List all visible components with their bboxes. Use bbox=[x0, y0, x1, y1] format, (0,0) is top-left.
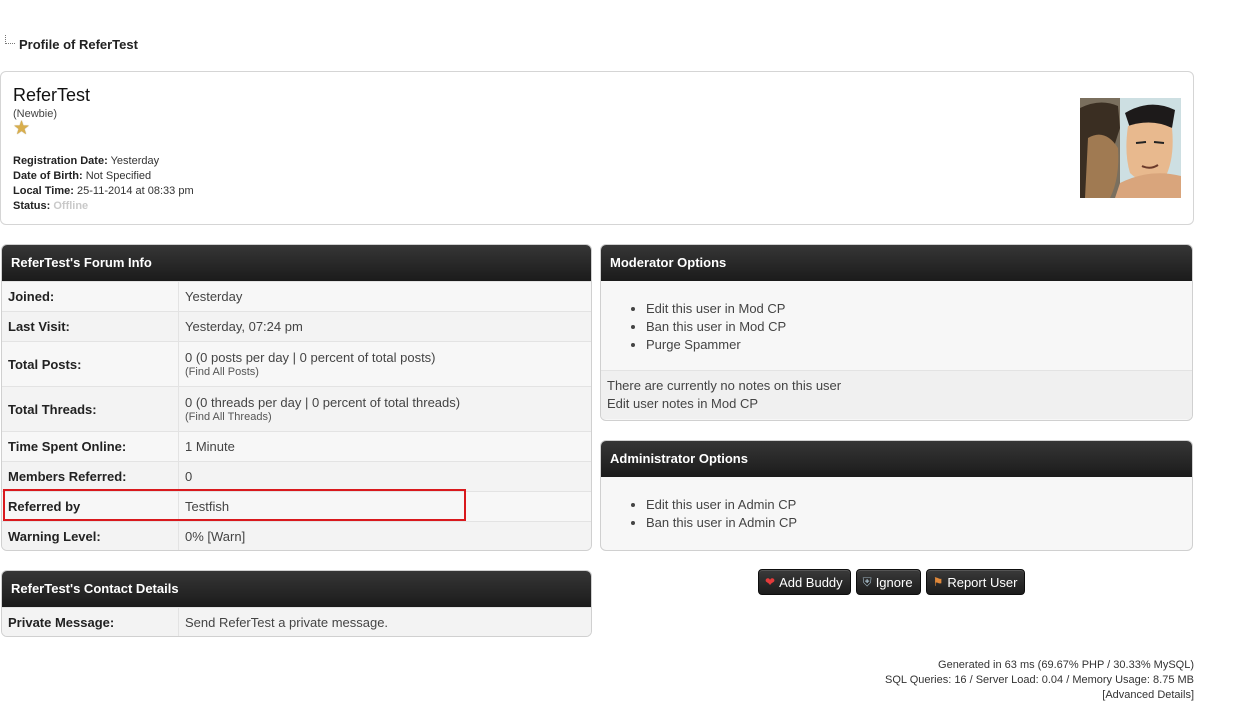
edit-user-modcp-link[interactable]: Edit this user in Mod CP bbox=[646, 300, 1192, 318]
dob-label: Date of Birth: bbox=[13, 170, 83, 182]
server-stats: SQL Queries: 16 / Server Load: 0.04 / Me… bbox=[885, 674, 1194, 686]
warning-level-value[interactable]: 0% [Warn] bbox=[185, 529, 591, 544]
table-row: Warning Level: 0% [Warn] bbox=[2, 521, 591, 550]
profile-details: Registration Date: Yesterday Date of Bir… bbox=[13, 154, 194, 214]
registration-value: Yesterday bbox=[110, 155, 160, 167]
profile-actions: ❤ Add Buddy ⛨ Ignore ⚑ Report User bbox=[758, 569, 1026, 595]
table-row: Total Threads: 0 (0 threads per day | 0 … bbox=[2, 386, 591, 431]
page-title: Profile of ReferTest bbox=[19, 37, 138, 52]
ban-user-admincp-link[interactable]: Ban this user in Admin CP bbox=[646, 514, 1192, 532]
registration-label: Registration Date: bbox=[13, 155, 108, 167]
localtime-label: Local Time: bbox=[13, 185, 74, 197]
members-referred-label: Members Referred: bbox=[2, 462, 179, 491]
flag-icon: ⚑ bbox=[932, 575, 944, 589]
last-visit-label: Last Visit: bbox=[2, 312, 179, 341]
ignore-button[interactable]: ⛨ Ignore bbox=[855, 569, 921, 595]
ban-user-modcp-link[interactable]: Ban this user in Mod CP bbox=[646, 318, 1192, 336]
profile-username: ReferTest bbox=[13, 85, 91, 105]
report-user-button[interactable]: ⚑ Report User bbox=[925, 569, 1026, 595]
status-badge: Offline bbox=[53, 200, 89, 212]
total-posts-value: 0 (0 posts per day | 0 percent of total … bbox=[185, 350, 436, 365]
moderator-panel: Moderator Options Edit this user in Mod … bbox=[600, 244, 1193, 421]
table-row: Members Referred: 0 bbox=[2, 461, 591, 491]
purge-spammer-link[interactable]: Purge Spammer bbox=[646, 336, 1192, 354]
admin-title: Administrator Options bbox=[601, 441, 1192, 477]
forum-info-table: Joined: Yesterday Last Visit: Yesterday,… bbox=[2, 281, 591, 550]
table-row: Private Message: Send ReferTest a privat… bbox=[2, 607, 591, 636]
moderator-title: Moderator Options bbox=[601, 245, 1192, 281]
admin-options-list: Edit this user in Admin CP Ban this user… bbox=[601, 477, 1192, 532]
referred-by-label: Referred by bbox=[2, 492, 179, 521]
debug-footer: Generated in 63 ms (69.67% PHP / 30.33% … bbox=[885, 658, 1194, 703]
shield-icon: ⛨ bbox=[862, 574, 872, 589]
edit-notes-link[interactable]: Edit user notes in Mod CP bbox=[607, 395, 1186, 413]
time-online-value: 1 Minute bbox=[185, 439, 235, 454]
find-all-threads-link[interactable]: (Find All Threads) bbox=[185, 411, 591, 423]
profile-card: ReferTest (Newbie) ★ Registration Date: … bbox=[0, 71, 1194, 225]
contact-title: ReferTest's Contact Details bbox=[2, 571, 591, 607]
edit-user-admincp-link[interactable]: Edit this user in Admin CP bbox=[646, 496, 1192, 514]
add-buddy-button[interactable]: ❤ Add Buddy bbox=[758, 569, 851, 595]
user-notes: There are currently no notes on this use… bbox=[601, 370, 1192, 419]
table-row: Joined: Yesterday bbox=[2, 281, 591, 311]
table-row: Total Posts: 0 (0 posts per day | 0 perc… bbox=[2, 341, 591, 386]
forum-info-panel: ReferTest's Forum Info Joined: Yesterday… bbox=[1, 244, 592, 551]
total-posts-label: Total Posts: bbox=[2, 342, 179, 386]
avatar bbox=[1080, 98, 1181, 198]
forum-info-title: ReferTest's Forum Info bbox=[2, 245, 591, 281]
table-row: Referred by Testfish bbox=[2, 491, 591, 521]
status-label: Status: bbox=[13, 200, 51, 212]
advanced-details-link[interactable]: [Advanced Details] bbox=[885, 688, 1194, 703]
star-icon: ★ bbox=[13, 118, 31, 139]
joined-value: Yesterday bbox=[185, 289, 243, 304]
members-referred-value: 0 bbox=[185, 469, 193, 484]
notes-text: There are currently no notes on this use… bbox=[607, 378, 842, 393]
report-user-label: Report User bbox=[947, 574, 1018, 590]
private-message-label: Private Message: bbox=[2, 608, 179, 636]
table-row: Last Visit: Yesterday, 07:24 pm bbox=[2, 311, 591, 341]
joined-label: Joined: bbox=[2, 282, 179, 311]
ignore-label: Ignore bbox=[875, 574, 913, 590]
contact-panel: ReferTest's Contact Details Private Mess… bbox=[1, 570, 592, 637]
dob-value: Not Specified bbox=[85, 170, 152, 182]
referred-by-value[interactable]: Testfish bbox=[185, 499, 591, 514]
total-threads-label: Total Threads: bbox=[2, 387, 179, 431]
warning-level-label: Warning Level: bbox=[2, 522, 179, 550]
last-visit-value: Yesterday, 07:24 pm bbox=[185, 319, 303, 334]
add-buddy-label: Add Buddy bbox=[779, 574, 843, 590]
total-threads-value: 0 (0 threads per day | 0 percent of tota… bbox=[185, 395, 461, 410]
heart-icon: ❤ bbox=[765, 575, 776, 589]
find-all-posts-link[interactable]: (Find All Posts) bbox=[185, 366, 591, 378]
moderator-options-list: Edit this user in Mod CP Ban this user i… bbox=[601, 281, 1192, 370]
time-online-label: Time Spent Online: bbox=[2, 432, 179, 461]
breadcrumb-connector bbox=[5, 35, 15, 44]
admin-panel: Administrator Options Edit this user in … bbox=[600, 440, 1193, 551]
localtime-value: 25-11-2014 at 08:33 pm bbox=[77, 185, 194, 197]
table-row: Time Spent Online: 1 Minute bbox=[2, 431, 591, 461]
private-message-link[interactable]: Send ReferTest a private message. bbox=[185, 615, 591, 630]
generated-time: Generated in 63 ms (69.67% PHP / 30.33% … bbox=[938, 659, 1194, 671]
